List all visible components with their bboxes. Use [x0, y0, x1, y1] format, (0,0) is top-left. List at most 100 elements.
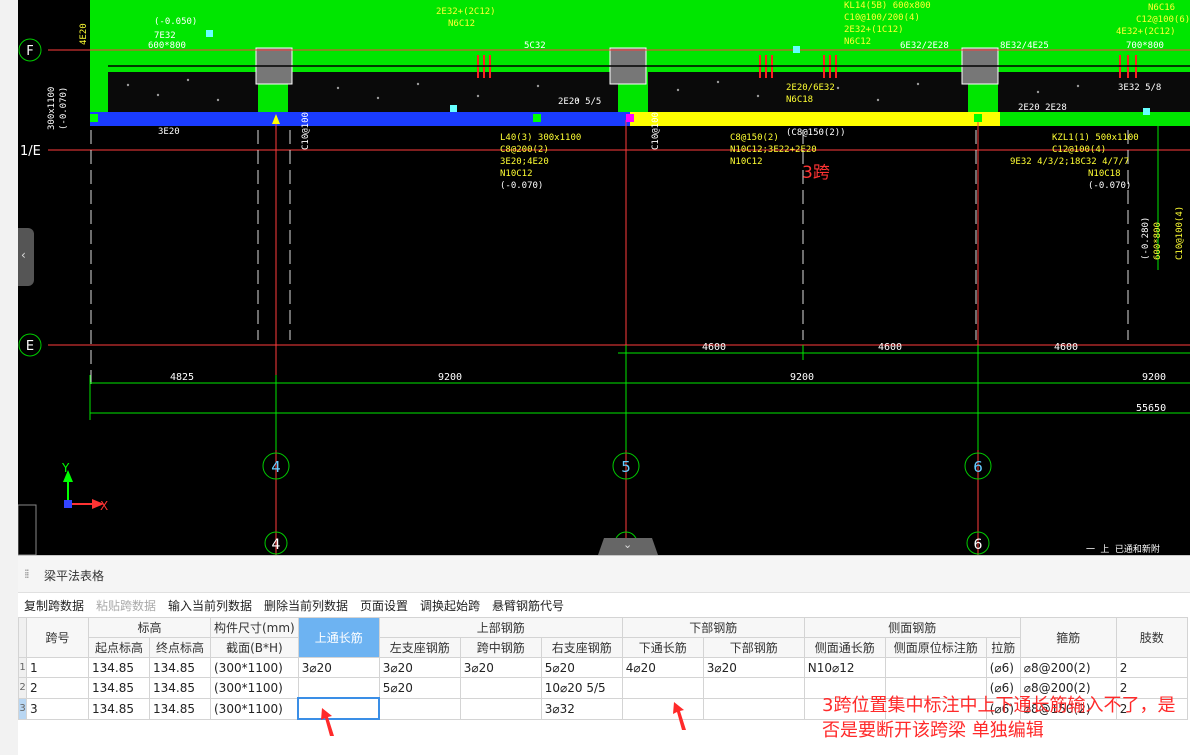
left-side-rail [0, 0, 19, 755]
axis-label-4-bottom: 4 [272, 537, 281, 553]
header-tie[interactable]: 拉筋 [985, 637, 1021, 658]
svg-text:KZL1(1) 500x1100: KZL1(1) 500x1100 [1052, 133, 1139, 143]
svg-text:(-0.070): (-0.070) [500, 181, 543, 191]
header-size[interactable]: 构件尺寸(mm) [210, 617, 299, 638]
dim-top-3: 4600 [1054, 342, 1078, 353]
svg-text:N10C18: N10C18 [1088, 169, 1121, 179]
annotation-note: 3跨位置集中标注中上下通长筋输入不了，是否是要断开该跨梁 单独编辑 [822, 695, 1176, 741]
left-frame-stub [18, 504, 37, 555]
header-bottom-rebar-sub[interactable]: 下部钢筋 [702, 637, 805, 658]
swap-start-span-button[interactable]: 调换起始跨 [420, 597, 480, 614]
header-top-through-selected[interactable]: 上通长筋 [297, 617, 380, 658]
svg-text:N10C12: N10C12 [730, 157, 763, 167]
cad-drawing[interactable]: F 1/E E 4 5 6 4 5 6 4600 4600 4600 4825 … [18, 0, 1190, 555]
axis-label-6: 6 [973, 458, 983, 476]
header-top-rebar[interactable]: 上部钢筋 [378, 617, 623, 638]
axis-label-4: 4 [271, 458, 281, 476]
svg-text:N10C12: N10C12 [500, 169, 533, 179]
dim-top-1: 4600 [702, 342, 726, 353]
page-setup-button[interactable]: 页面设置 [360, 597, 408, 614]
axis-label-E: E [26, 339, 34, 354]
active-cell-top-through[interactable] [297, 697, 381, 720]
svg-text:(-0.280): (-0.280) [1141, 217, 1151, 260]
svg-text:C10@100(4): C10@100(4) [1175, 206, 1185, 260]
svg-text:N6C12: N6C12 [844, 37, 871, 47]
svg-text:2E32+(1C12): 2E32+(1C12) [844, 25, 904, 35]
table-row[interactable]: 1 1 134.85 134.85 (300*1100) 3⌀20 3⌀20 3… [18, 657, 1188, 678]
header-span-no[interactable]: 跨号 [26, 617, 89, 658]
panel-toggle-handle[interactable]: ⌄ [598, 538, 658, 555]
dim-top-2: 4600 [878, 342, 902, 353]
copy-span-data-button[interactable]: 复制跨数据 [24, 597, 84, 614]
svg-text:N10C12;3E22+2E20: N10C12;3E22+2E20 [730, 145, 817, 155]
header-section[interactable]: 截面(B*H) [210, 637, 299, 658]
header-start-elev[interactable]: 起点标高 [88, 637, 150, 658]
svg-text:KL14(5B) 600x800: KL14(5B) 600x800 [844, 1, 931, 11]
svg-text:4E20: 4E20 [79, 23, 89, 45]
header-left-support[interactable]: 左支座钢筋 [378, 637, 461, 658]
svg-text:L40(3) 300x1100: L40(3) 300x1100 [500, 133, 581, 143]
svg-text:2E20/6E32: 2E20/6E32 [786, 83, 835, 93]
svg-text:X: X [100, 499, 108, 513]
header-side-through[interactable]: 侧面通长筋 [803, 637, 886, 658]
svg-text:700*800: 700*800 [1126, 41, 1164, 51]
dim-row-4: 9200 [1142, 372, 1166, 383]
ucs-icon: Y X [61, 461, 108, 513]
svg-text:3E20;4E20: 3E20;4E20 [500, 157, 549, 167]
svg-text:C8@200(2): C8@200(2) [500, 145, 549, 155]
drag-grip-icon[interactable]: ⁞⁞ [24, 567, 29, 581]
axis-label-F: F [26, 44, 33, 59]
dim-row-3: 9200 [790, 372, 814, 383]
paste-span-data-button[interactable]: 粘贴跨数据 [96, 597, 156, 614]
header-side-orig[interactable]: 侧面原位标注筋 [884, 637, 987, 658]
svg-text:一 上 已通和新附: 一 上 已通和新附 [1086, 543, 1160, 555]
panel-title: 梁平法表格 [44, 569, 105, 583]
svg-text:5C32: 5C32 [524, 41, 546, 51]
chevron-left-icon: ‹ [21, 248, 26, 262]
svg-text:4E32+(2C12): 4E32+(2C12) [1116, 27, 1176, 37]
svg-text:600*800: 600*800 [148, 41, 186, 51]
panel-title-bar[interactable]: ⁞⁞ 梁平法表格 [18, 556, 1190, 593]
header-legs[interactable]: 肢数 [1115, 617, 1188, 658]
svg-text:300x1100: 300x1100 [47, 87, 57, 130]
header-bottom-rebar[interactable]: 下部钢筋 [621, 617, 805, 638]
header-side-rebar[interactable]: 侧面钢筋 [803, 617, 1021, 638]
beam-span-green [1000, 112, 1190, 126]
header-elevation[interactable]: 标高 [88, 617, 211, 638]
annotation-arrow-1 [321, 708, 334, 736]
beam-span-yellow-selected [630, 112, 1000, 126]
svg-text:2E20 5/5: 2E20 5/5 [558, 97, 601, 107]
svg-text:C10@100: C10@100 [301, 112, 311, 150]
svg-text:C12@100(6): C12@100(6) [1136, 15, 1190, 25]
svg-text:2E20 2E28: 2E20 2E28 [1018, 103, 1067, 113]
header-end-elev[interactable]: 终点标高 [149, 637, 211, 658]
annotation-arrow-2 [673, 702, 686, 730]
dim-row-2: 9200 [438, 372, 462, 383]
svg-text:C12@100(4): C12@100(4) [1052, 145, 1106, 155]
delete-column-data-button[interactable]: 删除当前列数据 [264, 597, 348, 614]
cad-drawing-canvas[interactable]: F 1/E E 4 5 6 4 5 6 4600 4600 4600 4825 … [18, 0, 1190, 555]
svg-text:N6C18: N6C18 [786, 95, 813, 105]
svg-text:(-0.070): (-0.070) [1088, 181, 1131, 191]
svg-text:Y: Y [61, 461, 70, 475]
axis-label-1E: 1/E [20, 144, 41, 159]
svg-text:2E32+(2C12): 2E32+(2C12) [436, 7, 496, 17]
header-mid-span[interactable]: 跨中钢筋 [459, 637, 542, 658]
span-mark: 3跨 [802, 163, 830, 183]
header-right-support[interactable]: 右支座钢筋 [540, 637, 623, 658]
header-bottom-through[interactable]: 下通长筋 [621, 637, 704, 658]
cantilever-code-button[interactable]: 悬臂钢筋代号 [492, 597, 564, 614]
input-column-data-button[interactable]: 输入当前列数据 [168, 597, 252, 614]
axis-label-5: 5 [621, 458, 631, 476]
dim-total: 55650 [1136, 403, 1166, 414]
header-stirrup[interactable]: 箍筋 [1019, 617, 1117, 658]
svg-text:(-0.050): (-0.050) [154, 17, 197, 27]
svg-text:N6C12: N6C12 [448, 19, 475, 29]
svg-text:(-0.070): (-0.070) [59, 87, 69, 130]
side-collapse-handle[interactable]: ‹ [18, 228, 34, 286]
beam-span-blue [90, 112, 630, 126]
svg-text:9E32 4/3/2;18C32 4/7/7: 9E32 4/3/2;18C32 4/7/7 [1010, 157, 1129, 167]
svg-text:600*800: 600*800 [1153, 222, 1163, 260]
svg-text:C10@100/200(4): C10@100/200(4) [844, 13, 920, 23]
chevron-down-icon: ⌄ [623, 538, 633, 551]
